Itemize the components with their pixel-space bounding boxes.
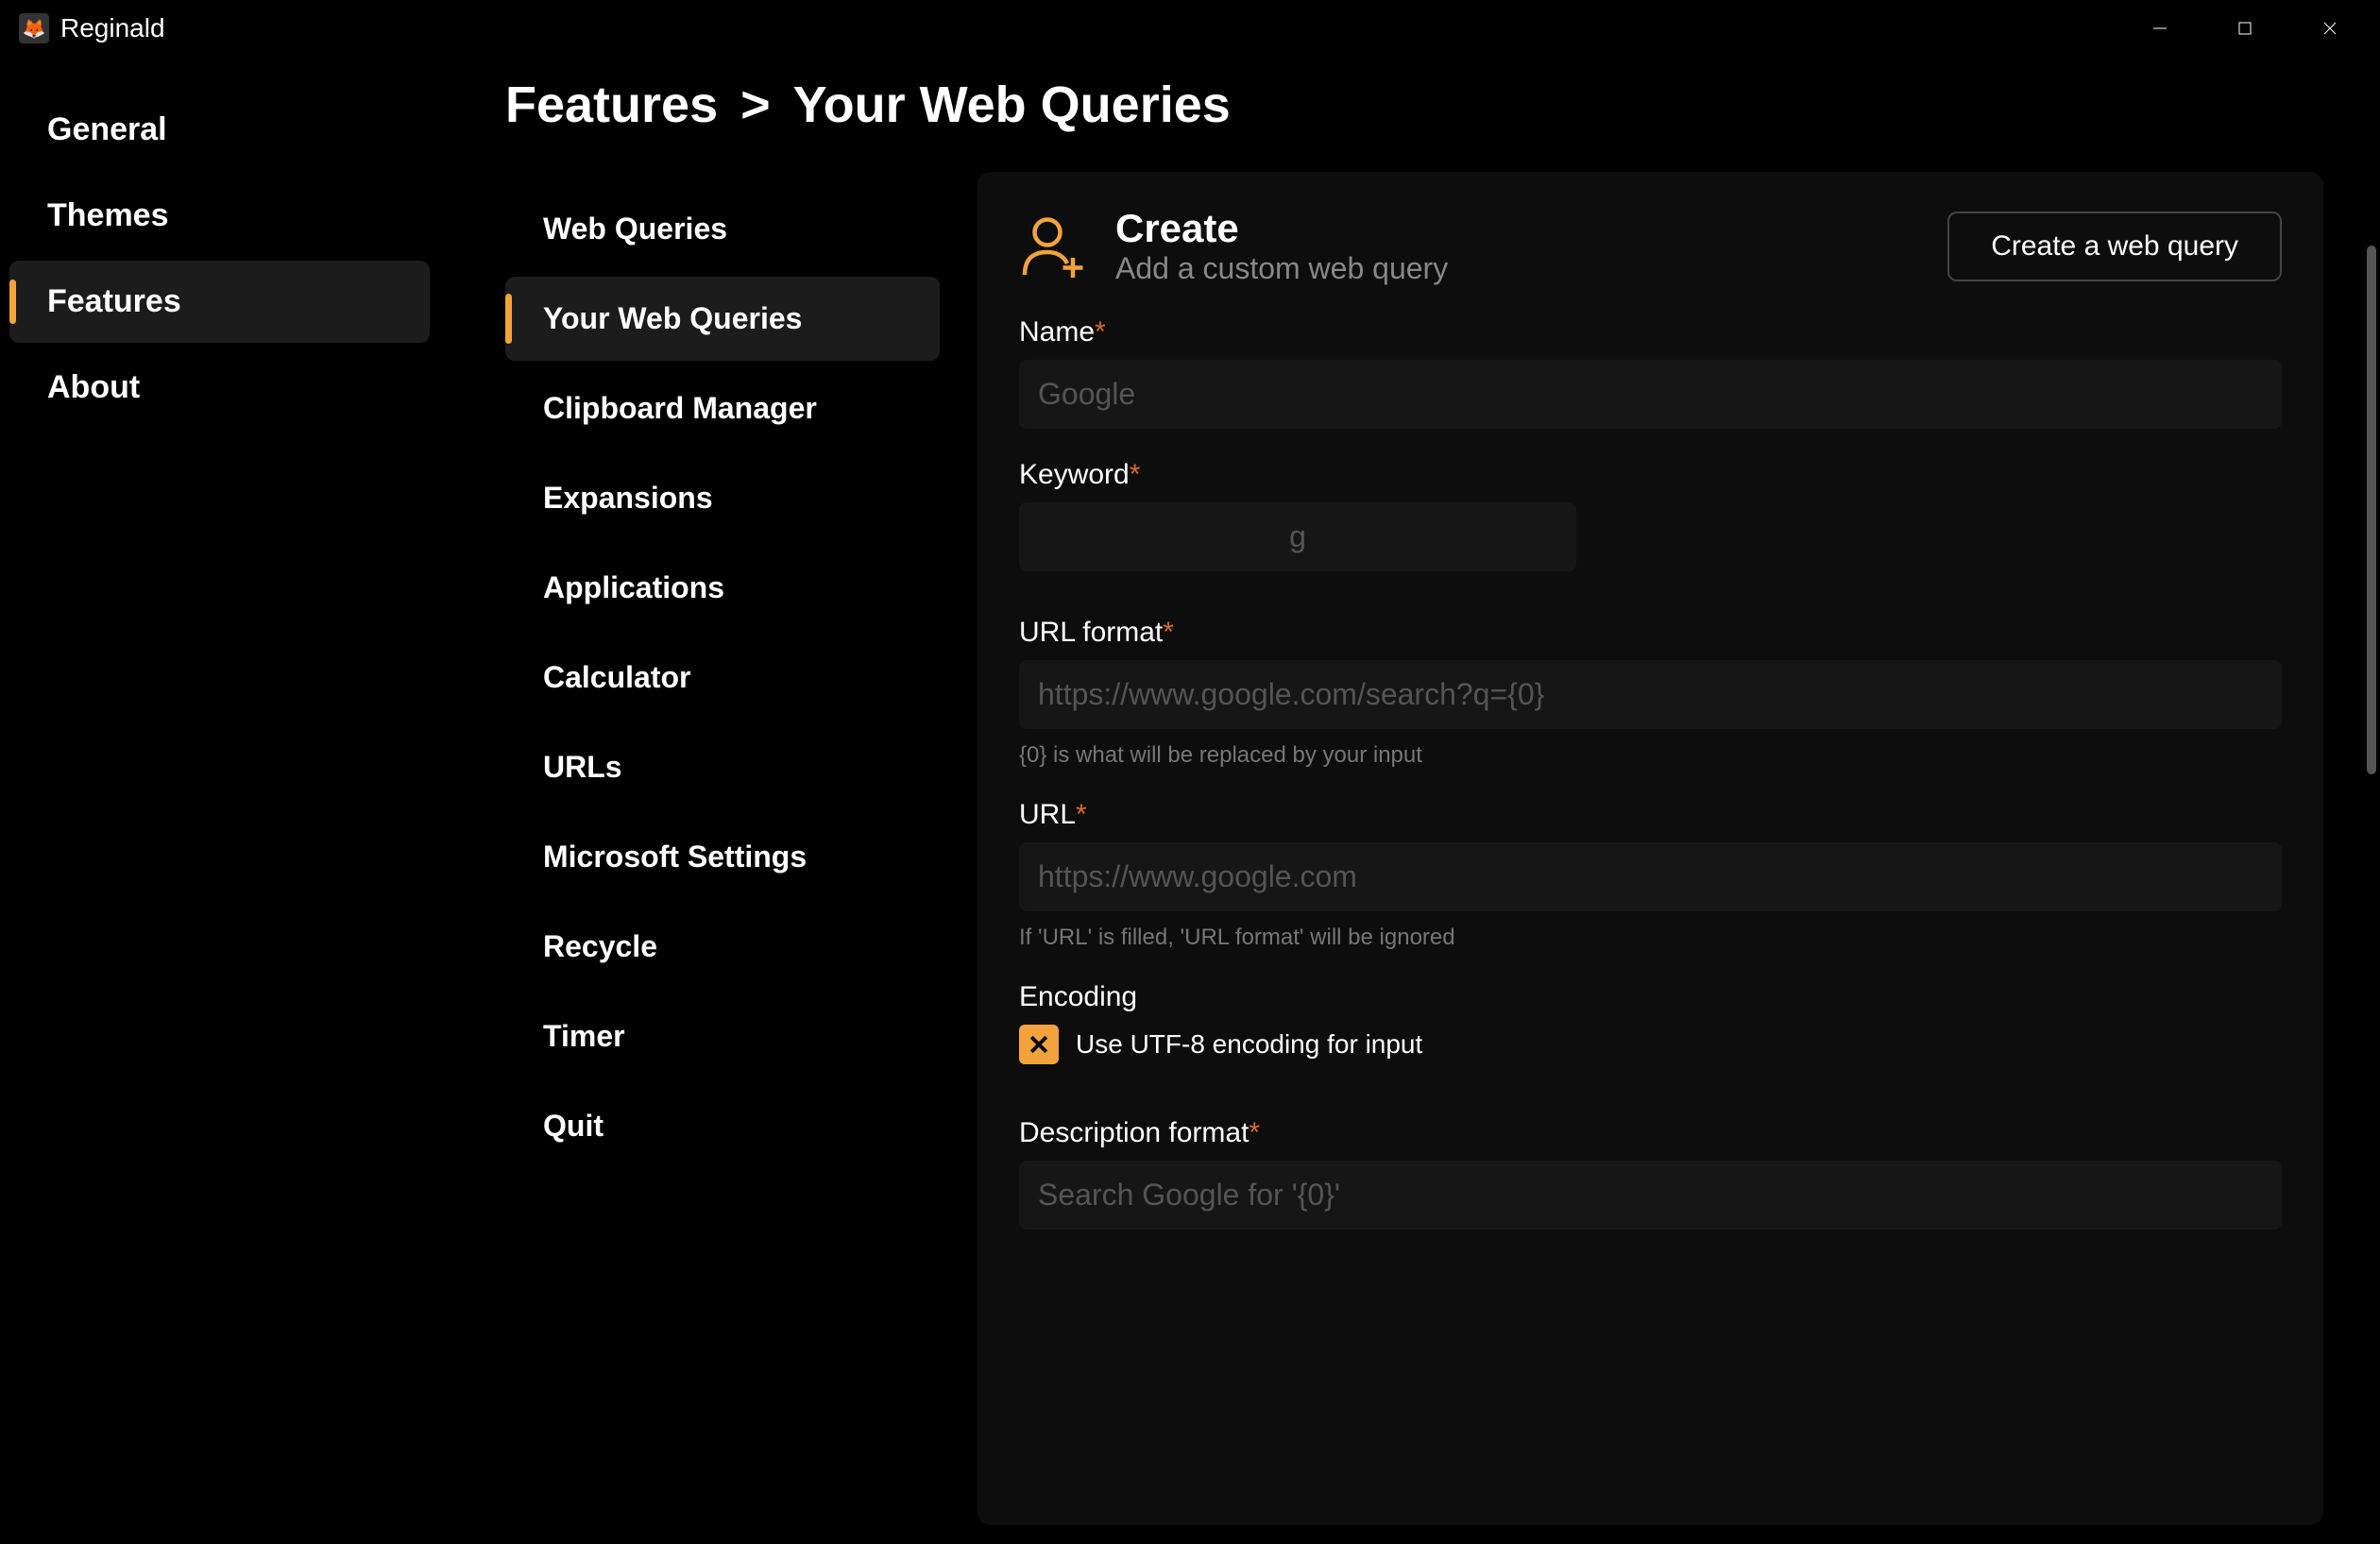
sub-item-label: Your Web Queries xyxy=(543,301,802,335)
sub-item-label: Microsoft Settings xyxy=(543,840,807,874)
keyword-input[interactable] xyxy=(1019,502,1576,571)
url-format-label: URL format* xyxy=(1019,617,2282,649)
create-web-query-button[interactable]: Create a web query xyxy=(1947,212,2282,281)
panel-header: Create Add a custom web query Create a w… xyxy=(1019,206,2282,286)
user-add-icon xyxy=(1019,212,1087,280)
app-icon: 🦊 xyxy=(19,13,49,43)
url-hint: If 'URL' is filled, 'URL format' will be… xyxy=(1019,925,2282,951)
sub-item-label: Quit xyxy=(543,1109,604,1143)
minimize-icon xyxy=(2151,20,2168,37)
description-format-input[interactable] xyxy=(1019,1161,2282,1230)
window-controls xyxy=(2117,0,2372,57)
url-format-input[interactable] xyxy=(1019,660,2282,729)
sub-item-label: Recycle xyxy=(543,929,657,963)
close-x-icon xyxy=(1027,1032,1051,1057)
sub-item-label: Timer xyxy=(543,1019,625,1053)
name-input[interactable] xyxy=(1019,360,2282,429)
url-format-hint: {0} is what will be replaced by your inp… xyxy=(1019,742,2282,769)
content-area: Features > Your Web Queries Web Queries … xyxy=(439,57,2380,1544)
sidebar-item-general[interactable]: General xyxy=(9,89,430,171)
main-sidebar: General Themes Features About xyxy=(0,57,439,1544)
sub-item-expansions[interactable]: Expansions xyxy=(505,456,940,540)
sub-item-quit[interactable]: Quit xyxy=(505,1084,940,1168)
sidebar-item-label: General xyxy=(47,111,167,147)
sub-item-label: Expansions xyxy=(543,481,713,515)
utf8-checkbox-label: Use UTF-8 encoding for input xyxy=(1076,1029,1422,1060)
sidebar-item-label: Features xyxy=(47,283,181,319)
sidebar-item-about[interactable]: About xyxy=(9,347,430,429)
maximize-button[interactable] xyxy=(2202,0,2287,57)
sidebar-item-features[interactable]: Features xyxy=(9,261,430,343)
breadcrumb-sep: > xyxy=(740,76,771,134)
titlebar: 🦊 Reginald xyxy=(0,0,2380,57)
app-title: Reginald xyxy=(60,13,165,43)
features-sidebar: Web Queries Your Web Queries Clipboard M… xyxy=(505,172,940,1525)
sub-item-calculator[interactable]: Calculator xyxy=(505,636,940,720)
keyword-label: Keyword* xyxy=(1019,459,2282,491)
name-label: Name* xyxy=(1019,316,2282,348)
sub-item-label: Applications xyxy=(543,570,724,604)
url-label: URL* xyxy=(1019,799,2282,831)
sub-item-applications[interactable]: Applications xyxy=(505,546,940,630)
scrollbar[interactable] xyxy=(2367,246,2376,774)
maximize-icon xyxy=(2236,20,2253,37)
create-web-query-panel: Create Add a custom web query Create a w… xyxy=(978,172,2323,1525)
breadcrumb: Features > Your Web Queries xyxy=(505,76,2323,134)
sub-item-web-queries[interactable]: Web Queries xyxy=(505,187,940,271)
panel-subtitle: Add a custom web query xyxy=(1115,251,1919,286)
utf8-checkbox[interactable] xyxy=(1019,1025,1059,1064)
sub-item-label: Web Queries xyxy=(543,212,727,246)
titlebar-left: 🦊 Reginald xyxy=(8,13,165,43)
encoding-label: Encoding xyxy=(1019,981,2282,1013)
breadcrumb-current: Your Web Queries xyxy=(793,76,1231,134)
close-icon xyxy=(2321,20,2338,37)
sidebar-item-label: Themes xyxy=(47,197,169,233)
panel-title: Create xyxy=(1115,206,1919,251)
sub-item-timer[interactable]: Timer xyxy=(505,994,940,1078)
sidebar-item-themes[interactable]: Themes xyxy=(9,175,430,257)
sub-item-label: URLs xyxy=(543,750,622,784)
sub-item-your-web-queries[interactable]: Your Web Queries xyxy=(505,277,940,361)
minimize-button[interactable] xyxy=(2117,0,2202,57)
breadcrumb-parent: Features xyxy=(505,76,718,134)
close-button[interactable] xyxy=(2287,0,2372,57)
url-input[interactable] xyxy=(1019,842,2282,911)
sub-item-label: Clipboard Manager xyxy=(543,391,817,425)
description-format-label: Description format* xyxy=(1019,1117,2282,1149)
sub-item-urls[interactable]: URLs xyxy=(505,725,940,809)
sub-item-recycle[interactable]: Recycle xyxy=(505,905,940,989)
sub-item-clipboard-manager[interactable]: Clipboard Manager xyxy=(505,366,940,450)
sub-item-label: Calculator xyxy=(543,660,690,694)
sub-item-microsoft-settings[interactable]: Microsoft Settings xyxy=(505,815,940,899)
sidebar-item-label: About xyxy=(47,369,140,405)
